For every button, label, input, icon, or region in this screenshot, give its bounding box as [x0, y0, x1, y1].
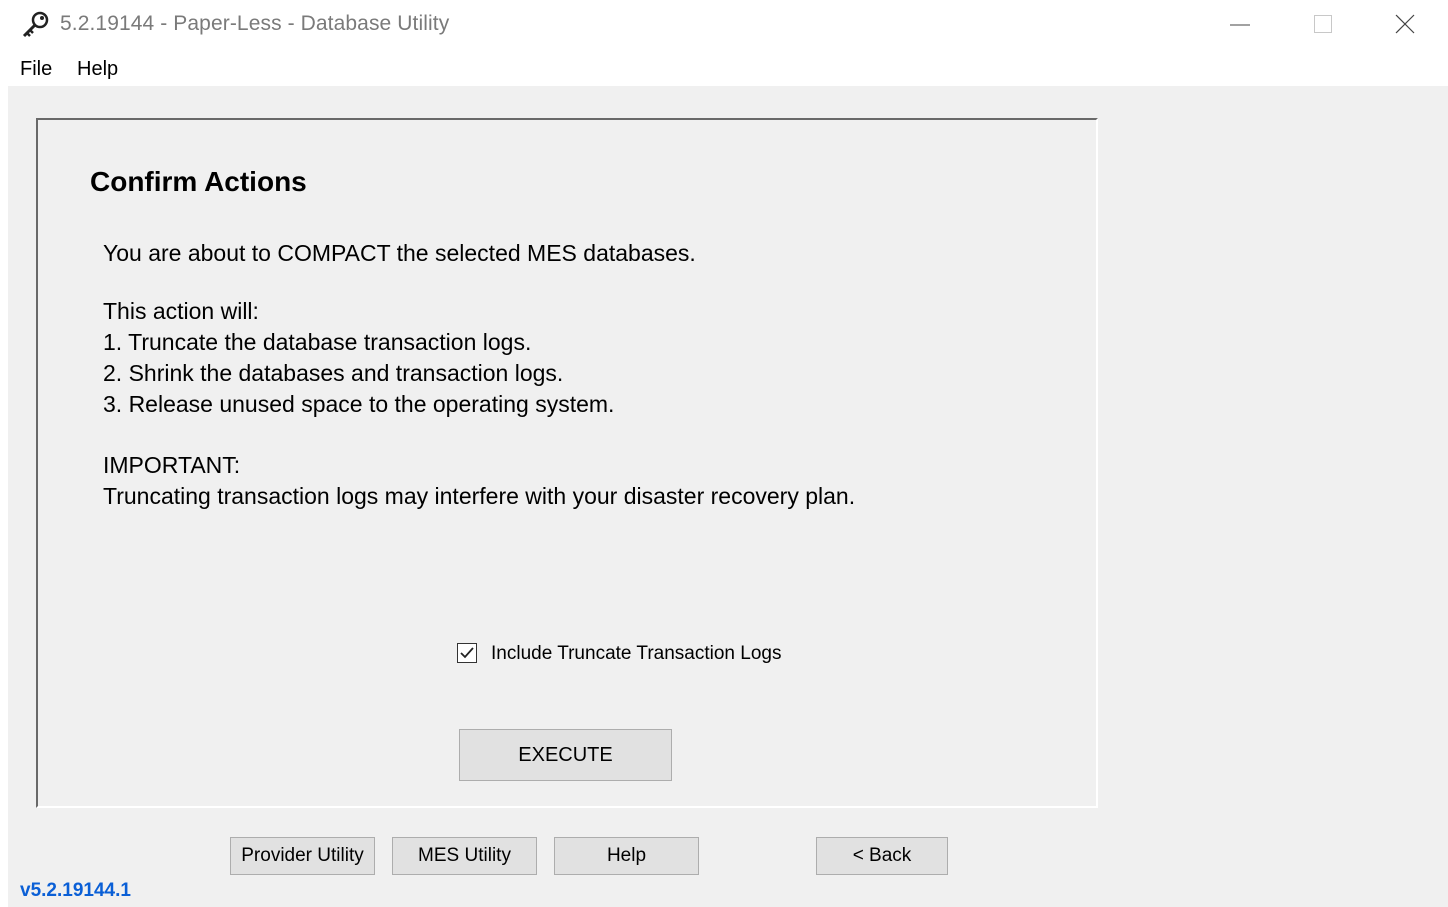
mes-utility-button[interactable]: MES Utility: [392, 837, 537, 875]
close-button[interactable]: [1366, 0, 1446, 50]
menu-file[interactable]: File: [20, 58, 52, 81]
important-title: IMPORTANT:: [103, 452, 241, 478]
menu-help[interactable]: Help: [77, 58, 118, 81]
provider-utility-button[interactable]: Provider Utility: [230, 837, 375, 875]
help-button[interactable]: Help: [554, 837, 699, 875]
action-item: 1. Truncate the database transaction log…: [103, 329, 532, 355]
menu-bar: File Help: [0, 50, 1448, 86]
title-bar: 5.2.19144 - Paper-Less - Database Utilit…: [0, 0, 1448, 50]
actions-title: This action will:: [103, 298, 259, 324]
panel-heading: Confirm Actions: [90, 166, 307, 197]
back-button[interactable]: < Back: [816, 837, 948, 875]
maximize-button[interactable]: [1283, 0, 1363, 50]
key-icon: [20, 10, 52, 38]
truncate-logs-checkbox[interactable]: [457, 643, 477, 663]
action-item: 2. Shrink the databases and transaction …: [103, 360, 564, 386]
truncate-logs-label[interactable]: Include Truncate Transaction Logs: [491, 643, 781, 665]
version-label: v5.2.19144.1: [20, 880, 131, 901]
minimize-button[interactable]: [1200, 0, 1280, 50]
important-text: Truncating transaction logs may interfer…: [103, 483, 856, 509]
action-item: 3. Release unused space to the operating…: [103, 391, 615, 417]
intro-text: You are about to COMPACT the selected ME…: [103, 240, 696, 266]
window-title: 5.2.19144 - Paper-Less - Database Utilit…: [60, 12, 450, 35]
execute-button[interactable]: EXECUTE: [459, 729, 672, 781]
